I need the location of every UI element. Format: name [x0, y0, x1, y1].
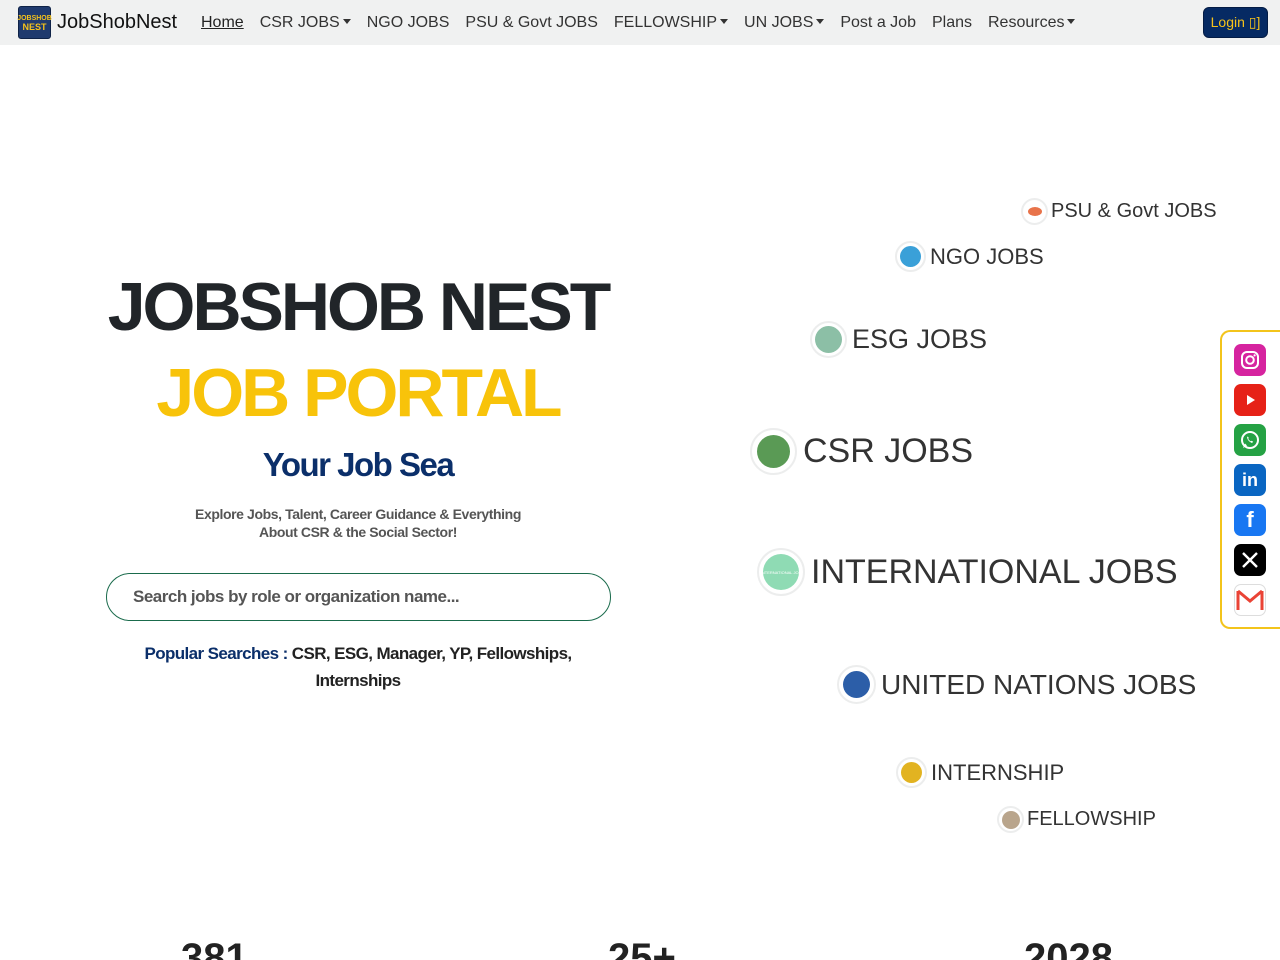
hero-title-line2: JOB PORTAL — [156, 355, 562, 431]
internship-icon — [896, 757, 927, 788]
login-button[interactable]: Login ▯] — [1203, 7, 1268, 38]
popular-searches: Popular Searches : CSR, ESG, Manager, YP… — [0, 640, 716, 694]
nav-label: PSU & Govt JOBS — [465, 13, 598, 31]
stat-value-1: 381 — [181, 936, 248, 960]
fellowship-icon — [997, 806, 1024, 833]
brand-name[interactable]: JobShobNest — [57, 11, 177, 34]
psu-govt-icon — [1021, 198, 1048, 225]
gmail-icon[interactable] — [1234, 584, 1266, 616]
nav-ngo-jobs[interactable]: NGO JOBS — [367, 14, 450, 32]
category-label: UNITED NATIONS JOBS — [881, 668, 1197, 700]
nav-label: Post a Job — [840, 13, 916, 31]
search-input[interactable] — [133, 587, 593, 607]
category-esg-jobs[interactable]: ESG JOBS — [810, 321, 987, 358]
icon-fill — [843, 671, 870, 698]
nav-resources[interactable]: Resources — [988, 13, 1076, 32]
category-internship[interactable]: INTERNSHIP — [896, 757, 1064, 788]
hero-subtitle: Explore Jobs, Talent, Career Guidance & … — [0, 505, 716, 541]
nav-plans[interactable]: Plans — [932, 14, 972, 32]
hero-tagline: Your Job Sea — [262, 446, 455, 483]
instagram-icon[interactable] — [1234, 344, 1266, 376]
category-united-nations-jobs[interactable]: UNITED NATIONS JOBS — [837, 665, 1196, 704]
nav-menu: Home CSR JOBS NGO JOBS PSU & Govt JOBS F… — [201, 0, 1091, 45]
international-icon: INTERNATIONAL JOB — [757, 548, 805, 596]
nav-label: FELLOWSHIP — [613, 13, 718, 31]
popular-searches-values[interactable]: CSR, ESG, Manager, YP, Fellowships, — [292, 644, 572, 663]
x-icon[interactable] — [1234, 544, 1266, 576]
search-box — [106, 573, 611, 621]
nav-label: Resources — [988, 13, 1065, 31]
icon-fill — [901, 762, 922, 783]
icon-text: INTERNATIONAL JOB — [760, 569, 802, 575]
nav-psu-govt-jobs[interactable]: PSU & Govt JOBS — [465, 14, 597, 32]
category-fellowship[interactable]: FELLOWSHIP — [997, 806, 1156, 833]
nav-post-a-job[interactable]: Post a Job — [840, 14, 916, 32]
icon-fill — [815, 326, 842, 353]
category-label: CSR JOBS — [803, 432, 974, 470]
icon-fill — [757, 435, 790, 468]
caret-down-icon — [1067, 18, 1076, 24]
category-psu-govt-jobs[interactable]: PSU & Govt JOBS — [1021, 198, 1217, 225]
nav-home[interactable]: Home — [201, 14, 244, 32]
esg-icon — [810, 321, 847, 358]
category-ngo-jobs[interactable]: NGO JOBS — [895, 241, 1044, 272]
category-label: FELLOWSHIP — [1027, 808, 1156, 830]
facebook-icon[interactable]: f — [1234, 504, 1266, 536]
subtitle-line2: About CSR & the Social Sector! — [258, 524, 458, 540]
nav-label: UN JOBS — [744, 13, 814, 31]
category-label: NGO JOBS — [930, 243, 1044, 269]
category-label: ESG JOBS — [852, 324, 988, 354]
popular-searches-values-2[interactable]: Internships — [0, 667, 716, 694]
brand-logo-icon: JOBSHOB NEST — [17, 6, 52, 39]
stat-value-3: 2028 — [1024, 936, 1113, 960]
category-label: PSU & Govt JOBS — [1051, 200, 1217, 222]
subtitle-line1: Explore Jobs, Talent, Career Guidance & … — [195, 506, 521, 522]
caret-down-icon — [720, 18, 729, 24]
hero-title-line1: JOBSHOB NEST — [107, 269, 612, 345]
nav-fellowship[interactable]: FELLOWSHIP — [613, 13, 729, 32]
category-label: INTERNATIONAL JOBS — [811, 552, 1178, 591]
caret-down-icon — [342, 18, 351, 24]
category-label: INTERNSHIP — [931, 759, 1065, 785]
category-csr-jobs[interactable]: CSR JOBS — [750, 428, 973, 475]
stat-value-2: 25+ — [608, 936, 676, 960]
nav-label: Home — [201, 13, 244, 31]
un-icon — [837, 665, 876, 704]
icon-fill — [1027, 207, 1042, 216]
navbar: JOBSHOB NEST JobShobNest Home CSR JOBS N… — [0, 0, 1280, 45]
whatsapp-icon[interactable] — [1234, 424, 1266, 456]
nav-label: CSR JOBS — [259, 13, 340, 31]
icon-fill: INTERNATIONAL JOB — [760, 554, 802, 590]
icon-fill — [1001, 810, 1020, 829]
category-international-jobs[interactable]: INTERNATIONAL JOB INTERNATIONAL JOBS — [757, 548, 1178, 596]
nav-un-jobs[interactable]: UN JOBS — [744, 13, 825, 32]
nav-label: Plans — [931, 13, 972, 31]
nav-label: NGO JOBS — [366, 13, 450, 31]
linkedin-icon[interactable]: in — [1234, 464, 1266, 496]
brand[interactable]: JOBSHOB NEST JobShobNest — [17, 6, 177, 39]
caret-down-icon — [816, 18, 825, 24]
logo-text-bottom: NEST — [22, 21, 47, 32]
youtube-icon[interactable] — [1234, 384, 1266, 416]
nav-csr-jobs[interactable]: CSR JOBS — [260, 14, 351, 32]
ngo-icon — [895, 241, 926, 272]
icon-fill — [900, 246, 921, 267]
social-sidebar: in f — [1220, 330, 1280, 629]
popular-searches-label: Popular Searches : — [144, 644, 288, 663]
csr-icon — [750, 428, 797, 475]
